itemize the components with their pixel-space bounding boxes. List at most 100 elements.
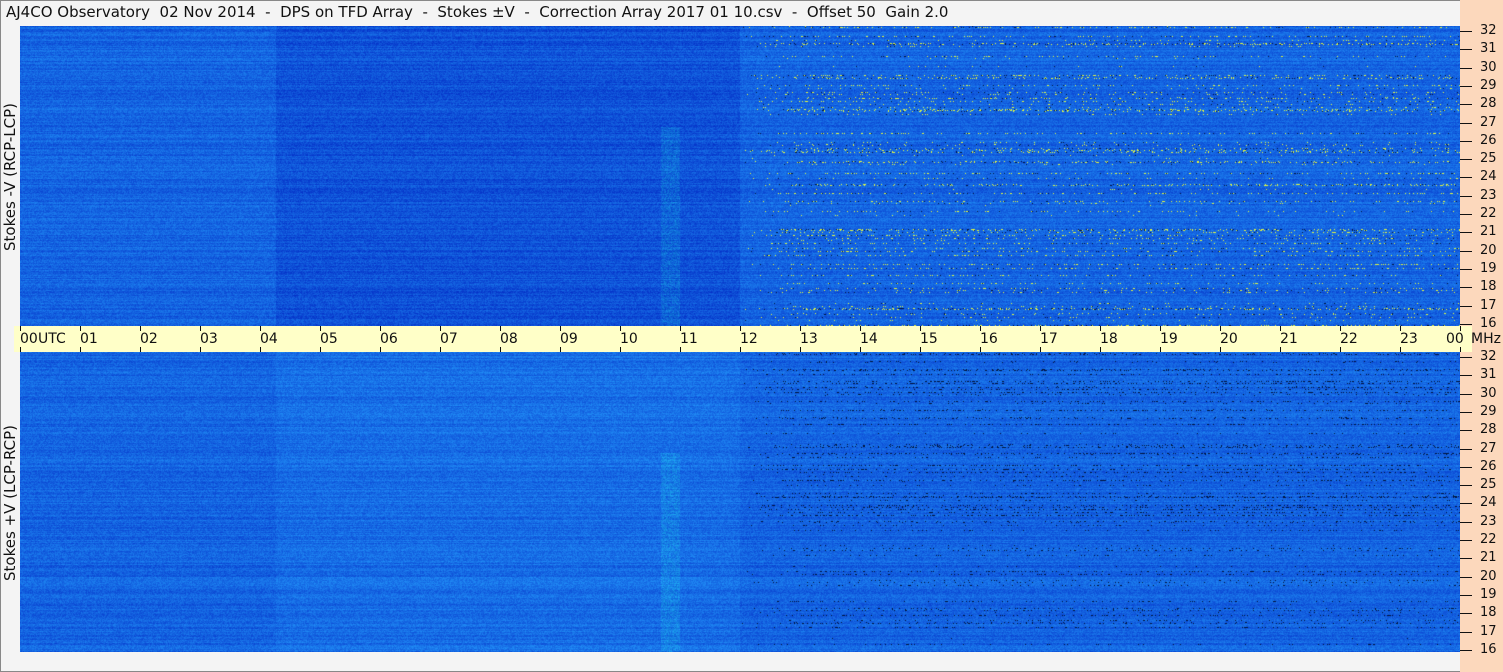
freq-tick-label: 17: [1480, 623, 1497, 639]
freq-tick-label: 24: [1480, 495, 1497, 511]
time-tick: [320, 347, 321, 352]
time-tick: [500, 326, 501, 331]
time-tick: [20, 326, 21, 331]
time-tick: [980, 347, 981, 352]
time-tick: [740, 347, 741, 352]
time-tick: [560, 326, 561, 331]
time-tick: [1040, 326, 1041, 331]
utc-label: UTC: [38, 331, 66, 347]
freq-tick: [1460, 649, 1472, 651]
freq-tick: [1460, 594, 1472, 596]
time-tick: [1160, 326, 1161, 331]
freq-tick: [1460, 448, 1472, 450]
time-tick-label: 09: [560, 331, 578, 347]
freq-tick: [1460, 67, 1472, 69]
time-axis: 00 01 02 03 04 05 06 07 08 09 10 11 12 13 14 15 16 17 18 19…: [14, 326, 1472, 352]
time-tick-label: 10: [620, 331, 638, 347]
time-tick: [1160, 347, 1161, 352]
freq-tick: [1460, 411, 1472, 413]
time-tick-label: 13: [800, 331, 818, 347]
time-tick-label: 02: [140, 331, 158, 347]
freq-tick: [1460, 503, 1472, 505]
time-tick: [20, 347, 21, 352]
time-tick: [860, 326, 861, 331]
time-tick-label: 03: [200, 331, 218, 347]
freq-tick-label: 32: [1480, 349, 1497, 364]
time-tick: [1100, 347, 1101, 352]
time-tick-label: 07: [440, 331, 458, 347]
time-tick: [1400, 326, 1401, 331]
freq-tick-label: 20: [1480, 242, 1497, 258]
time-tick: [80, 326, 81, 331]
time-tick: [260, 347, 261, 352]
freq-tick: [1460, 140, 1472, 142]
time-tick: [440, 326, 441, 331]
freq-tick: [1460, 177, 1472, 179]
time-tick: [1220, 326, 1221, 331]
time-tick-label: 23: [1400, 331, 1418, 347]
freq-tick: [1460, 31, 1472, 32]
freq-tick: [1460, 159, 1472, 161]
freq-tick-label: 18: [1480, 605, 1497, 621]
time-tick: [1460, 326, 1461, 331]
time-tick-label: 04: [260, 331, 278, 347]
freq-tick-label: 19: [1480, 260, 1497, 276]
freq-tick-label: 27: [1480, 114, 1497, 130]
chart-title: AJ4CO Observatory 02 Nov 2014 - DPS on T…: [6, 3, 949, 21]
time-tick: [500, 347, 501, 352]
time-tick: [620, 326, 621, 331]
time-tick: [80, 347, 81, 352]
time-tick: [1280, 326, 1281, 331]
time-tick: [260, 326, 261, 331]
freq-tick: [1460, 104, 1472, 106]
time-tick: [800, 347, 801, 352]
time-tick-label: 21: [1280, 331, 1298, 347]
time-tick: [740, 326, 741, 331]
freq-tick: [1460, 214, 1472, 215]
time-tick-label: 01: [80, 331, 98, 347]
freq-tick: [1460, 195, 1472, 197]
freq-tick-label: 29: [1480, 77, 1497, 93]
time-tick: [140, 326, 141, 331]
freq-tick-label: 28: [1480, 422, 1497, 438]
time-tick: [980, 326, 981, 331]
time-tick: [1340, 347, 1341, 352]
freq-tick: [1460, 305, 1472, 307]
freq-tick: [1460, 393, 1472, 395]
time-tick-label: 00: [1446, 331, 1464, 347]
freq-tick: [1460, 268, 1472, 270]
time-tick: [1460, 347, 1461, 352]
freq-tick-label: 26: [1480, 132, 1497, 148]
time-tick: [1040, 347, 1041, 352]
freq-tick: [1460, 250, 1472, 252]
time-tick: [680, 326, 681, 331]
freq-tick-label: 18: [1480, 279, 1497, 295]
freq-tick-label: 26: [1480, 458, 1497, 474]
freq-tick-label: 29: [1480, 403, 1497, 419]
freq-tick: [1460, 375, 1472, 377]
freq-tick-label: 30: [1480, 59, 1497, 75]
time-tick: [440, 347, 441, 352]
freq-tick-label: 21: [1480, 550, 1497, 566]
time-tick: [1280, 347, 1281, 352]
time-tick-label: 00: [20, 331, 38, 347]
freq-tick-label: 20: [1480, 568, 1497, 584]
freq-tick: [1460, 232, 1472, 234]
time-tick: [920, 347, 921, 352]
time-tick: [800, 326, 801, 331]
time-tick: [320, 326, 321, 331]
freq-tick-label: 31: [1480, 41, 1497, 57]
freq-tick-label: 16: [1480, 641, 1497, 657]
freq-tick-label: 21: [1480, 224, 1497, 240]
time-tick: [560, 347, 561, 352]
time-tick: [140, 347, 141, 352]
time-tick-label: 17: [1040, 331, 1058, 347]
freq-tick: [1460, 485, 1472, 487]
time-tick: [1100, 326, 1101, 331]
freq-tick: [1460, 122, 1472, 124]
time-tick: [680, 347, 681, 352]
time-tick: [1220, 347, 1221, 352]
freq-tick: [1460, 287, 1472, 289]
freq-tick: [1460, 521, 1472, 523]
freq-tick-label: 25: [1480, 151, 1497, 167]
